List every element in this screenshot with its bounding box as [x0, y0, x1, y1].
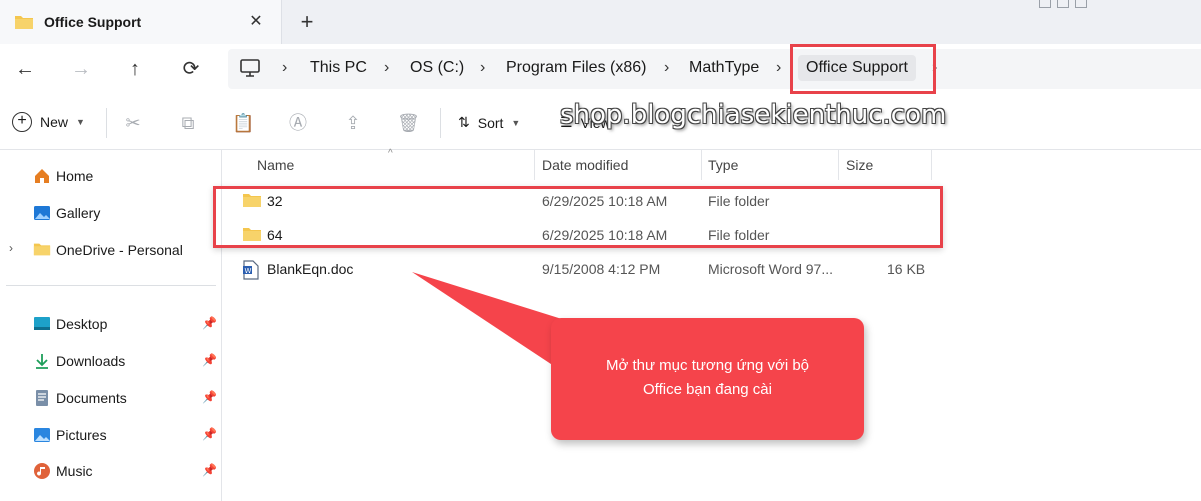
pin-icon[interactable]: 📌 — [202, 390, 217, 404]
breadcrumb[interactable]: › This PC › OS (C:) › Program Files (x86… — [228, 49, 1201, 89]
sort-icon: ⇅ — [458, 114, 470, 130]
sidebar-item-pictures[interactable]: Pictures 📌 — [0, 420, 222, 450]
breadcrumb-mathtype[interactable]: MathType — [689, 59, 759, 77]
plus-icon: + — [12, 112, 32, 132]
back-button[interactable]: ← — [12, 56, 38, 82]
svg-text:W: W — [245, 267, 252, 275]
new-label: New — [40, 114, 69, 130]
up-button[interactable]: ↑ — [122, 56, 148, 82]
breadcrumb-separator[interactable]: › — [282, 59, 287, 77]
sort-ascending-icon: ^ — [388, 148, 393, 159]
word-doc-icon: W — [242, 260, 260, 283]
tab-office-support[interactable]: Office Support ✕ — [0, 0, 282, 44]
sidebar-item-desktop[interactable]: Desktop 📌 — [0, 309, 222, 339]
new-tab-button[interactable]: + — [296, 11, 318, 33]
sidebar-item-documents[interactable]: Documents 📌 — [0, 383, 222, 413]
column-header-type[interactable]: Type — [702, 150, 839, 180]
music-icon — [33, 462, 51, 480]
sidebar-item-home[interactable]: Home — [0, 161, 222, 191]
minimize-icon[interactable] — [1039, 0, 1051, 8]
highlight-box-folders — [213, 186, 943, 248]
breadcrumb-this-pc[interactable]: This PC — [310, 59, 367, 77]
pin-icon[interactable]: 📌 — [202, 463, 217, 477]
breadcrumb-separator[interactable]: › — [480, 59, 485, 77]
sidebar-item-music[interactable]: Music 📌 — [0, 456, 222, 486]
sidebar-item-label: Downloads — [56, 353, 126, 369]
column-header-label: Date modified — [542, 157, 629, 173]
refresh-button[interactable]: ⟳ — [178, 56, 204, 82]
column-header-name[interactable]: ^ Name — [222, 148, 535, 180]
breadcrumb-separator[interactable]: › — [776, 59, 781, 77]
table-row[interactable]: W BlankEqn.doc 9/15/2008 4:12 PM Microso… — [222, 252, 1201, 286]
sidebar-item-gallery[interactable]: Gallery — [0, 198, 222, 228]
pin-icon[interactable]: 📌 — [202, 427, 217, 441]
share-icon[interactable]: ⇪ — [342, 112, 364, 134]
close-tab-icon[interactable]: ✕ — [246, 12, 266, 32]
home-icon — [33, 167, 51, 185]
sidebar-item-label: OneDrive - Personal — [56, 242, 183, 258]
folder-icon — [14, 14, 34, 35]
sidebar-item-label: Documents — [56, 390, 127, 406]
cut-icon[interactable]: ✂ — [122, 112, 144, 134]
paste-icon[interactable]: 📋 — [232, 112, 254, 134]
gallery-icon — [33, 204, 51, 222]
column-header-date[interactable]: Date modified — [535, 150, 702, 180]
rename-icon[interactable]: Ⓐ — [287, 112, 309, 134]
pin-icon[interactable]: 📌 — [202, 316, 217, 330]
pin-icon[interactable]: 📌 — [202, 353, 217, 367]
close-window-icon[interactable] — [1075, 0, 1087, 8]
sidebar-item-label: Desktop — [56, 316, 108, 332]
sidebar-item-onedrive[interactable]: › OneDrive - Personal — [0, 235, 222, 265]
tab-bar: Office Support ✕ + — [0, 0, 1201, 44]
column-header-label: Type — [708, 157, 739, 173]
computer-icon[interactable] — [240, 59, 260, 82]
sidebar-item-label: Music — [56, 463, 93, 479]
breadcrumb-separator[interactable]: › — [384, 59, 389, 77]
callout-line-2: Office bạn đang cài — [643, 381, 772, 398]
chevron-down-icon: ▼ — [511, 117, 521, 128]
breadcrumb-program-files[interactable]: Program Files (x86) — [506, 59, 646, 77]
file-size: 16 KB — [887, 261, 926, 277]
maximize-icon[interactable] — [1057, 0, 1069, 8]
window-controls — [1039, 0, 1107, 10]
sort-label: Sort — [477, 114, 504, 131]
file-type: Microsoft Word 97... — [708, 261, 834, 277]
breadcrumb-os-c[interactable]: OS (C:) — [410, 59, 464, 77]
column-header-size[interactable]: Size — [839, 150, 932, 180]
picture-icon — [33, 426, 51, 444]
sidebar-divider — [6, 285, 216, 286]
callout-line-1: Mở thư mục tương ứng với bộ — [605, 357, 810, 374]
toolbar-divider — [106, 108, 107, 138]
forward-button[interactable]: → — [68, 56, 94, 82]
address-bar: ← → ↑ ⟳ › This PC › OS (C:) › Program Fi… — [0, 44, 1201, 94]
sidebar-item-label: Home — [56, 168, 94, 184]
new-button[interactable]: + New ▼ — [12, 112, 85, 132]
delete-icon[interactable]: 🗑 — [397, 112, 420, 134]
column-header-label: Size — [846, 157, 874, 173]
callout-note: Mở thư mục tương ứng với bộ Office bạn đ… — [551, 318, 864, 440]
file-name: BlankEqn.doc — [267, 261, 354, 277]
copy-icon[interactable]: ⧉ — [177, 112, 199, 134]
column-header-label: Name — [257, 157, 295, 173]
document-icon — [33, 389, 51, 407]
download-icon — [33, 352, 51, 370]
toolbar-divider — [440, 108, 441, 138]
sort-button[interactable]: ⇅ Sort ▼ — [458, 114, 520, 131]
chevron-down-icon: ▼ — [76, 117, 85, 127]
navigation-pane: Home Gallery › OneDrive - Personal Deskt… — [0, 150, 222, 501]
highlight-box-breadcrumb — [790, 44, 936, 94]
sidebar-item-label: Gallery — [56, 205, 101, 221]
breadcrumb-separator[interactable]: › — [664, 59, 669, 77]
watermark-text: shop.blogchiasekienthuc.com — [560, 100, 947, 130]
sidebar-item-downloads[interactable]: Downloads 📌 — [0, 346, 222, 376]
desktop-icon — [33, 315, 51, 333]
chevron-right-icon[interactable]: › — [9, 241, 13, 255]
folder-icon — [33, 241, 51, 259]
tab-title: Office Support — [44, 14, 142, 30]
sidebar-item-label: Pictures — [56, 427, 107, 443]
